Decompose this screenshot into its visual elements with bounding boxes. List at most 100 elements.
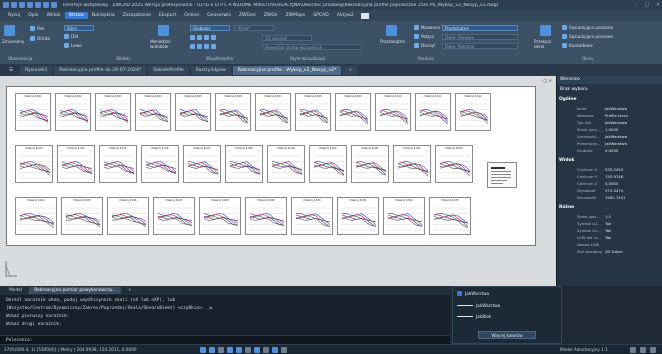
section-general[interactable]: Ogólne xyxy=(559,97,577,102)
viewport-profile[interactable]: Przekrój P-025 xyxy=(61,197,103,235)
color-byblock-row[interactable]: JakBlok xyxy=(457,314,491,319)
grid-icon[interactable] xyxy=(209,347,215,353)
viewport-profile[interactable]: Przekrój P-006 xyxy=(215,93,251,131)
minimize-icon[interactable]: – xyxy=(632,2,640,8)
viewport-profile[interactable]: Przekrój P-005 xyxy=(175,93,211,131)
workspace-name[interactable]: Interfejs wstążkowy xyxy=(63,3,108,8)
property-row[interactable]: Skala typu... 1.0000 xyxy=(557,126,662,133)
document-tab[interactable]: SzkiełeProfile xyxy=(148,65,189,75)
property-row[interactable]: Skala opis... 1:1 xyxy=(557,213,662,220)
annotation-icon[interactable] xyxy=(281,347,287,353)
switch-window-button[interactable] xyxy=(540,25,551,36)
selection-select[interactable]: Brak wyboru xyxy=(557,86,662,94)
viewport-controls[interactable]: - □ × xyxy=(540,78,552,83)
ucs-global-select[interactable]: Globalny xyxy=(190,25,230,31)
orbit-button[interactable]: Orbita xyxy=(30,36,50,41)
viewport-config-horizontal[interactable]: Dwie: Poziome xyxy=(442,43,518,49)
property-row[interactable]: Szerokość 1462.7451 xyxy=(557,194,662,201)
section-misc[interactable]: Różne xyxy=(559,205,574,210)
viewport-profile[interactable]: Przekrój P-018 xyxy=(225,145,263,183)
ucs-x-icon[interactable] xyxy=(190,35,195,40)
ortho-icon[interactable] xyxy=(218,347,224,353)
cascade-button[interactable]: Kaskadowo xyxy=(562,43,593,48)
viewport-profile[interactable]: Przekrój P-008 xyxy=(295,93,331,131)
menu-item[interactable]: Rysuj xyxy=(4,12,24,19)
viewport-profile[interactable]: Przekrój P-023 xyxy=(435,145,473,183)
vp-named-button[interactable]: Nazwane xyxy=(414,25,440,30)
app-logo-icon[interactable] xyxy=(3,2,9,8)
workspace-icon[interactable] xyxy=(630,347,636,353)
viewport-profile[interactable]: Przekrój P-027 xyxy=(153,197,195,235)
transparency-icon[interactable] xyxy=(263,347,269,353)
menu-item[interactable]: ZWGeo xyxy=(235,12,260,19)
property-row[interactable]: Symbol LU... Tak xyxy=(557,220,662,227)
property-row[interactable]: Centrum Y 155.9748 xyxy=(557,173,662,180)
ucs-origin-icon[interactable] xyxy=(211,44,216,49)
property-row[interactable]: Symbol LU... Tak xyxy=(557,227,662,234)
property-row[interactable]: Centrum Z 0.0000 xyxy=(557,180,662,187)
tile-horizontal-button[interactable]: Sąsiadująco poziomo xyxy=(562,25,613,30)
viewport-profile[interactable]: Przekrój P-017 xyxy=(183,145,221,183)
tab-layout[interactable]: Rekreacyjna pomiar powykonowczy... xyxy=(29,287,122,294)
document-tab[interactable]: Rekreacyjna profile...Wykop_v2_Nasyp_v2* xyxy=(232,65,342,75)
tab-model[interactable]: Model xyxy=(4,287,27,294)
viewport-profile[interactable]: Przekrój P-028 xyxy=(199,197,241,235)
ucs-view-icon[interactable] xyxy=(197,44,202,49)
document-tab[interactable]: Rysunek1 xyxy=(20,65,53,75)
view-manager-button[interactable] xyxy=(158,25,169,36)
tabs-menu-icon[interactable]: ☰ xyxy=(4,66,18,75)
redo-icon[interactable] xyxy=(51,2,57,8)
drawing-canvas[interactable]: - □ × Przekrój P-001 Przekrój P-002 Przekr… xyxy=(0,76,556,286)
color-bylayer-row[interactable]: JakWarstwa xyxy=(457,303,500,308)
viewport-profile[interactable]: Przekrój P-011 xyxy=(415,93,451,131)
menu-item[interactable]: ZWOs xyxy=(260,12,282,19)
menu-item[interactable]: Online xyxy=(180,12,203,19)
save-icon[interactable] xyxy=(27,2,33,8)
menu-item[interactable]: Widok xyxy=(42,12,64,19)
undo-icon[interactable] xyxy=(43,2,49,8)
ucs-object-icon[interactable] xyxy=(204,44,209,49)
visual-style-manager-select[interactable]: Menedżer stylów wizualnych xyxy=(262,44,362,50)
new-tab-icon[interactable]: + xyxy=(343,65,358,75)
zoom-button[interactable] xyxy=(4,25,15,36)
vp-clip-button[interactable]: Dociąć xyxy=(414,43,435,48)
view-bottom-button[interactable]: Dół xyxy=(64,34,78,39)
property-row[interactable]: LUW dla rz... Tak xyxy=(557,234,662,241)
viewport-profile[interactable]: Przekrój P-032 xyxy=(383,197,425,235)
document-tab[interactable]: Rastry3dpow xyxy=(190,65,231,75)
ucs-z-icon[interactable] xyxy=(204,35,209,40)
customize-icon[interactable] xyxy=(650,347,656,353)
viewport-profile[interactable]: Przekrój P-022 xyxy=(393,145,431,183)
visual-style-select[interactable]: 2D szkielet xyxy=(262,35,312,41)
open-file-icon[interactable] xyxy=(19,2,25,8)
new-file-icon[interactable] xyxy=(11,2,17,8)
property-row[interactable]: Przezroczy... JakWarstwa xyxy=(557,140,662,147)
pan-button[interactable]: Pan xyxy=(30,26,45,31)
osnap-icon[interactable] xyxy=(236,347,242,353)
ribbon-options-icon[interactable] xyxy=(360,12,369,19)
more-colors-button[interactable]: Więcej kolorów xyxy=(478,331,536,339)
document-tab[interactable]: Rekreacyjna profile do 26-07-2024* xyxy=(54,65,147,75)
maximize-icon[interactable]: □ xyxy=(643,2,651,8)
section-view[interactable]: Widok xyxy=(559,158,574,163)
viewport-profile[interactable]: Przekrój P-009 xyxy=(335,93,371,131)
viewport-profile[interactable]: Przekrój P-010 xyxy=(375,93,411,131)
property-row[interactable]: Kolor JakWarstwa xyxy=(557,105,662,112)
viewport-profile[interactable]: Przekrój P-030 xyxy=(291,197,333,235)
viewport-profile[interactable]: Przekrój P-012 xyxy=(455,93,491,131)
menu-item[interactable]: ZWMaps xyxy=(281,12,309,19)
viewport-profile[interactable]: Przekrój P-002 xyxy=(55,93,91,131)
menu-item[interactable]: Narzędzia xyxy=(88,12,119,19)
menu-item[interactable]: Opis xyxy=(24,12,42,19)
viewport-profile[interactable]: Przekrój P-003 xyxy=(95,93,131,131)
property-row[interactable]: Typ linii JakWarstwa xyxy=(557,119,662,126)
property-row[interactable]: Szerokość... JakWarstwa xyxy=(557,133,662,140)
viewport-profile[interactable]: Przekrój P-001 xyxy=(15,93,51,131)
viewport-profile[interactable]: Przekrój P-026 xyxy=(107,197,149,235)
viewport-profile[interactable]: Przekrój P-031 xyxy=(337,197,379,235)
lineweight-icon[interactable] xyxy=(254,347,260,353)
ucs-world-icon[interactable] xyxy=(190,44,195,49)
viewport-profile[interactable]: Przekrój P-019 xyxy=(267,145,305,183)
vp-join-button[interactable]: Połącz xyxy=(414,34,434,39)
viewport-profile[interactable]: Przekrój P-029 xyxy=(245,197,287,235)
